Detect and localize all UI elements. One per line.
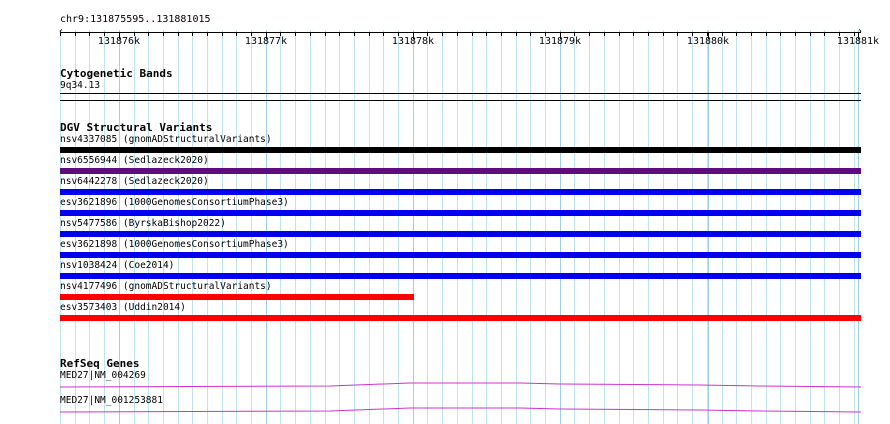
genome-browser: chr9:131875595..131881015 ‹ › 131876k 13… (0, 0, 890, 424)
gene-label[interactable]: MED27|NM_001253881 (60, 395, 163, 406)
gene-models (59, 382, 862, 413)
gene-line[interactable] (59, 407, 862, 413)
gene-line[interactable] (59, 382, 862, 388)
